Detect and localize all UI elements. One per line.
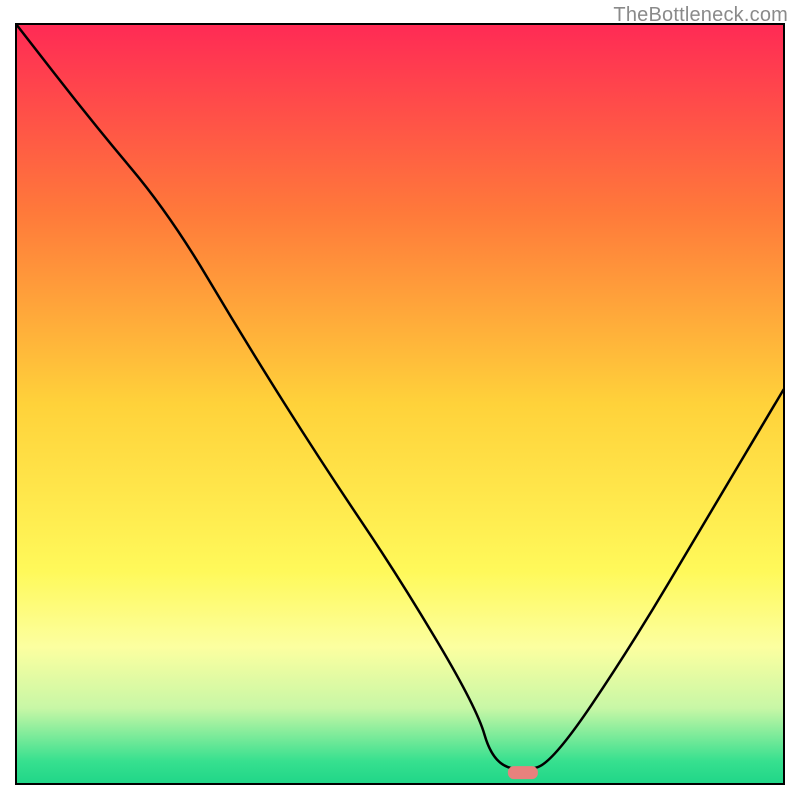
- attribution-label: TheBottleneck.com: [613, 4, 788, 27]
- bottleneck-chart: [0, 0, 800, 800]
- optimal-marker: [508, 766, 538, 779]
- chart-container: TheBottleneck.com: [0, 0, 800, 800]
- plot-background: [16, 24, 784, 784]
